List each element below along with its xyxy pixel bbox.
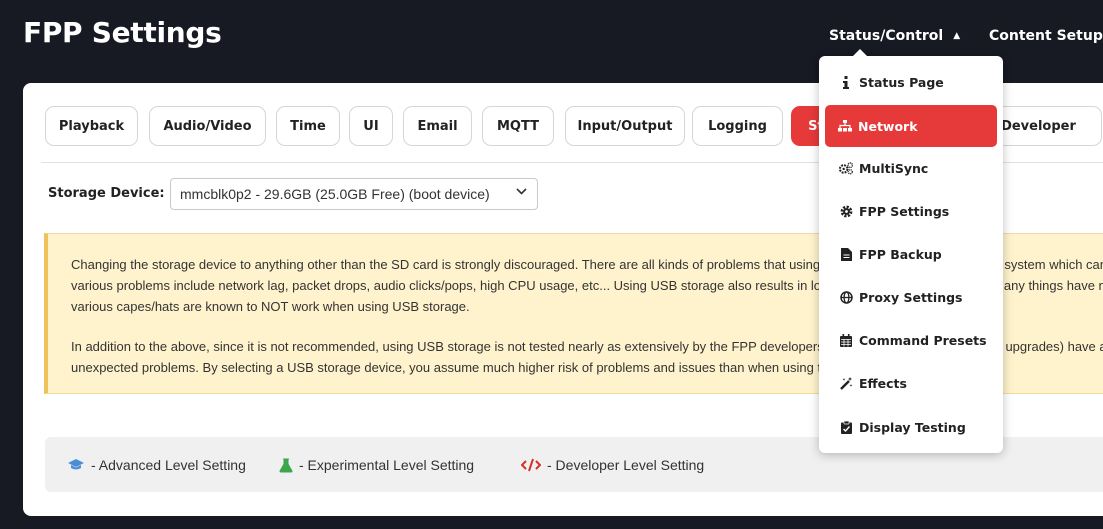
tab-email[interactable]: Email (403, 106, 472, 146)
menu-item-network[interactable]: Network (825, 105, 997, 147)
status-control-dropdown: Status Page Network MultiSync FPP Settin… (819, 49, 1003, 453)
menu-item-display-testing[interactable]: Display Testing (839, 417, 966, 437)
globe-icon (839, 290, 853, 304)
menu-item-label: Command Presets (859, 332, 987, 348)
menu-item-label: FPP Settings (859, 203, 950, 219)
menu-item-effects[interactable]: Effects (839, 373, 907, 393)
menu-item-label: Status Page (859, 74, 944, 90)
menu-item-multisync[interactable]: MultiSync (839, 158, 928, 178)
menu-item-proxy-settings[interactable]: Proxy Settings (839, 287, 962, 307)
tab-input-output[interactable]: Input/Output (565, 106, 685, 146)
network-icon (838, 119, 852, 133)
code-icon (521, 458, 541, 472)
tab-ui[interactable]: UI (349, 106, 393, 146)
clipboard-check-icon (839, 420, 853, 434)
cogs-icon (839, 161, 853, 175)
legend-experimental-label: - Experimental Level Setting (299, 457, 475, 473)
tab-playback[interactable]: Playback (45, 106, 138, 146)
menu-item-command-presets[interactable]: Command Presets (839, 330, 987, 350)
nav-content-setup[interactable]: Content Setup (989, 28, 1103, 44)
warning-line: unexpected problems. By selecting a USB … (71, 360, 940, 375)
calendar-icon (839, 333, 853, 347)
gear-icon (839, 204, 853, 218)
page-title: FPP Settings (23, 16, 222, 49)
file-icon (839, 247, 853, 261)
tab-audio-video[interactable]: Audio/Video (149, 106, 266, 146)
storage-device-label: Storage Device: (48, 186, 165, 201)
menu-item-status-page[interactable]: Status Page (839, 72, 944, 92)
menu-item-fpp-backup[interactable]: FPP Backup (839, 244, 942, 264)
storage-device-select[interactable]: mmcblk0p2 - 29.6GB (25.0GB Free) (boot d… (170, 178, 538, 210)
menu-item-label: Proxy Settings (859, 289, 963, 305)
legend-developer: - Developer Level Setting (521, 457, 704, 473)
legend-advanced: - Advanced Level Setting (67, 457, 246, 473)
chevron-down-icon (515, 185, 528, 201)
legend-experimental: - Experimental Level Setting (279, 457, 474, 473)
nav-status-control[interactable]: Status/Control ▲ (829, 28, 960, 44)
dropdown-arrow (853, 49, 867, 56)
menu-item-label: Effects (859, 375, 907, 391)
menu-item-label: MultiSync (859, 160, 929, 176)
warning-line: various capes/hats are known to NOT work… (71, 299, 470, 314)
menu-item-label: Network (858, 118, 918, 134)
tab-logging[interactable]: Logging (692, 106, 783, 146)
magic-wand-icon (839, 376, 853, 390)
menu-item-label: FPP Backup (859, 246, 942, 262)
storage-device-value: mmcblk0p2 - 29.6GB (25.0GB Free) (boot d… (180, 186, 490, 202)
menu-item-fpp-settings[interactable]: FPP Settings (839, 201, 949, 221)
tab-time[interactable]: Time (276, 106, 340, 146)
legend-advanced-label: - Advanced Level Setting (91, 457, 246, 473)
flask-icon (279, 458, 293, 472)
nav-status-control-label: Status/Control (829, 28, 944, 44)
graduation-cap-icon (68, 459, 84, 470)
info-icon (839, 75, 853, 89)
legend-developer-label: - Developer Level Setting (547, 457, 705, 473)
tab-mqtt[interactable]: MQTT (482, 106, 554, 146)
caret-up-icon: ▲ (953, 31, 961, 41)
menu-item-label: Display Testing (859, 419, 966, 435)
